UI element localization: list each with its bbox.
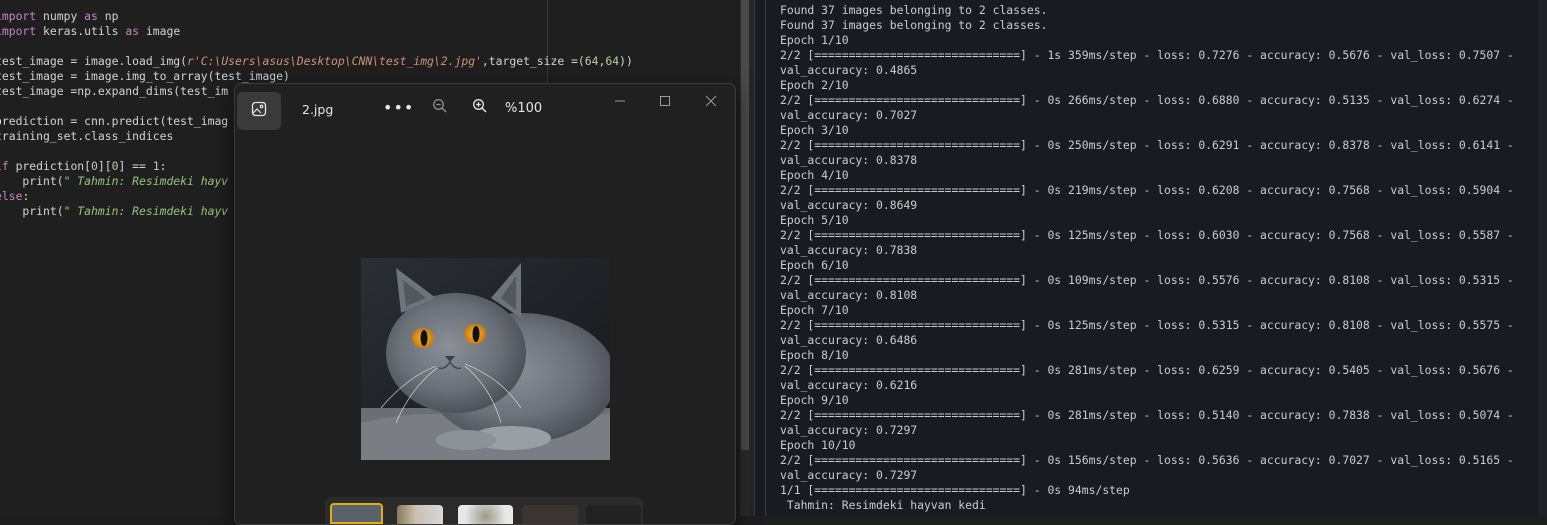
code-token: test_image =np.expand_dims(test_im xyxy=(0,84,229,98)
thumbnail[interactable] xyxy=(397,505,443,524)
code-token: : xyxy=(22,189,30,203)
zoom-in-button[interactable] xyxy=(468,96,492,120)
terminal-line: Epoch 6/10 xyxy=(780,258,849,272)
terminal-line: val_accuracy: 0.4865 xyxy=(780,63,918,77)
thumbnail-cat-selected[interactable] xyxy=(330,503,383,524)
code-token: test_image = image.img_to_array(test_ima… xyxy=(0,69,290,83)
code-token: " Tahmin: Resimdeki hayv xyxy=(63,174,229,188)
terminal-line: Epoch 7/10 xyxy=(780,303,849,317)
code-token: 1 xyxy=(152,159,160,173)
terminal-line: 2/2 [==============================] - 0… xyxy=(780,273,1514,287)
more-options-button[interactable]: ••• xyxy=(383,95,413,121)
thumbnail[interactable] xyxy=(522,505,578,524)
terminal-line: 2/2 [==============================] - 0… xyxy=(780,453,1514,467)
terminal-line: 2/2 [==============================] - 0… xyxy=(780,318,1514,332)
code-token: if xyxy=(0,159,9,173)
code-token: training_set.class_indices xyxy=(0,129,174,143)
more-options-icon: ••• xyxy=(383,98,415,117)
terminal-line: 2/2 [==============================] - 0… xyxy=(780,93,1514,107)
code-token: np xyxy=(97,9,119,23)
terminal-scrollbar[interactable] xyxy=(1538,0,1547,516)
image-icon xyxy=(251,101,267,121)
terminal-line: val_accuracy: 0.8649 xyxy=(780,198,918,212)
terminal-line: Epoch 9/10 xyxy=(780,393,849,407)
maximize-icon xyxy=(659,92,671,111)
thumbnail[interactable] xyxy=(586,505,641,524)
displayed-photo xyxy=(361,258,610,460)
terminal-line: val_accuracy: 0.7297 xyxy=(780,468,918,482)
terminal-line: val_accuracy: 0.7027 xyxy=(780,108,918,122)
terminal-line: val_accuracy: 0.8378 xyxy=(780,153,918,167)
viewer-app-button[interactable] xyxy=(237,92,281,130)
code-token: ][ xyxy=(97,159,112,173)
editor-scrollbar-thumb[interactable] xyxy=(741,0,749,450)
code-token: )) xyxy=(619,54,633,68)
code-token: ,target_size =( xyxy=(481,54,585,68)
code-token: numpy xyxy=(36,9,85,23)
code-token: ] == xyxy=(118,159,153,173)
code-token: keras.utils xyxy=(36,24,126,38)
terminal-line: Found 37 images belonging to 2 classes. xyxy=(780,18,1048,32)
terminal-line: Found 37 images belonging to 2 classes. xyxy=(780,3,1048,17)
terminal-line: Epoch 10/10 xyxy=(780,438,856,452)
viewer-filename: 2.jpg xyxy=(302,102,334,117)
code-token: 64 xyxy=(584,54,599,68)
code-line: test_image = image.img_to_array(test_ima… xyxy=(0,69,633,84)
terminal-line: val_accuracy: 0.7838 xyxy=(780,243,918,257)
terminal-line: Epoch 5/10 xyxy=(780,213,849,227)
terminal-line: Epoch 2/10 xyxy=(780,78,849,92)
code-token: : xyxy=(159,159,167,173)
code-token: image xyxy=(139,24,181,38)
terminal-line: Epoch 4/10 xyxy=(780,168,849,182)
code-token: r'C:\Users\asus\Desktop\CNN\test_img\2.j… xyxy=(187,54,482,68)
thumbnail[interactable] xyxy=(458,505,513,524)
terminal-line: val_accuracy: 0.8108 xyxy=(780,288,918,302)
zoom-level[interactable]: %100 xyxy=(505,101,542,116)
terminal-line: Epoch 8/10 xyxy=(780,348,849,362)
terminal-line: Epoch 1/10 xyxy=(780,33,849,47)
terminal-gutter-line xyxy=(765,0,766,516)
terminal-line: 1/1 [==============================] - 0… xyxy=(780,483,1130,497)
minimize-button[interactable] xyxy=(605,90,635,112)
code-token: print( xyxy=(0,174,64,188)
terminal-line: 2/2 [==============================] - 0… xyxy=(780,363,1514,377)
close-button[interactable] xyxy=(696,90,726,112)
code-line: import keras.utils as image xyxy=(0,24,633,39)
code-token: prediction[ xyxy=(8,159,92,173)
code-line: test_image = image.load_img(r'C:\Users\a… xyxy=(0,54,633,69)
code-token: import xyxy=(0,9,37,23)
terminal-line: val_accuracy: 0.6216 xyxy=(780,378,918,392)
terminal-line: 2/2 [==============================] - 0… xyxy=(780,183,1514,197)
code-token: prediction = cnn.predict(test_imag xyxy=(0,114,229,128)
filmstrip[interactable] xyxy=(325,497,643,524)
code-token: else xyxy=(0,189,23,203)
close-icon xyxy=(705,92,717,111)
zoom-out-button[interactable] xyxy=(428,96,452,120)
photo-viewer-window[interactable]: 2.jpg ••• %100 xyxy=(234,83,736,525)
terminal-panel[interactable]: Found 37 images belonging to 2 classes. F… xyxy=(755,0,1547,516)
terminal-line: val_accuracy: 0.6486 xyxy=(780,333,918,347)
code-token: " Tahmin: Resimdeki hayv xyxy=(63,204,229,218)
terminal-line: Tahmin: Resimdeki hayvan kedi xyxy=(780,498,986,512)
code-token: 0 xyxy=(91,159,98,173)
code-token: 64 xyxy=(605,54,620,68)
terminal-line: val_accuracy: 0.7297 xyxy=(780,423,918,437)
code-token: test_image = image.load_img( xyxy=(0,54,188,68)
code-token: as xyxy=(84,9,98,23)
maximize-button[interactable] xyxy=(650,90,680,112)
terminal-line: 2/2 [==============================] - 0… xyxy=(780,138,1514,152)
terminal-line: Epoch 3/10 xyxy=(780,123,849,137)
zoom-in-icon xyxy=(472,98,488,118)
code-token: as xyxy=(125,24,140,38)
code-token: print( xyxy=(0,204,64,218)
terminal-line: 2/2 [==============================] - 0… xyxy=(780,408,1514,422)
code-token: import xyxy=(0,24,37,38)
code-line: import numpy as np xyxy=(0,9,633,24)
terminal-output: Found 37 images belonging to 2 classes. F… xyxy=(780,3,1514,513)
minimize-icon xyxy=(614,92,626,111)
terminal-line: 2/2 [==============================] - 0… xyxy=(780,228,1514,242)
zoom-out-icon xyxy=(432,98,448,118)
terminal-line: 2/2 [==============================] - 1… xyxy=(780,48,1514,62)
